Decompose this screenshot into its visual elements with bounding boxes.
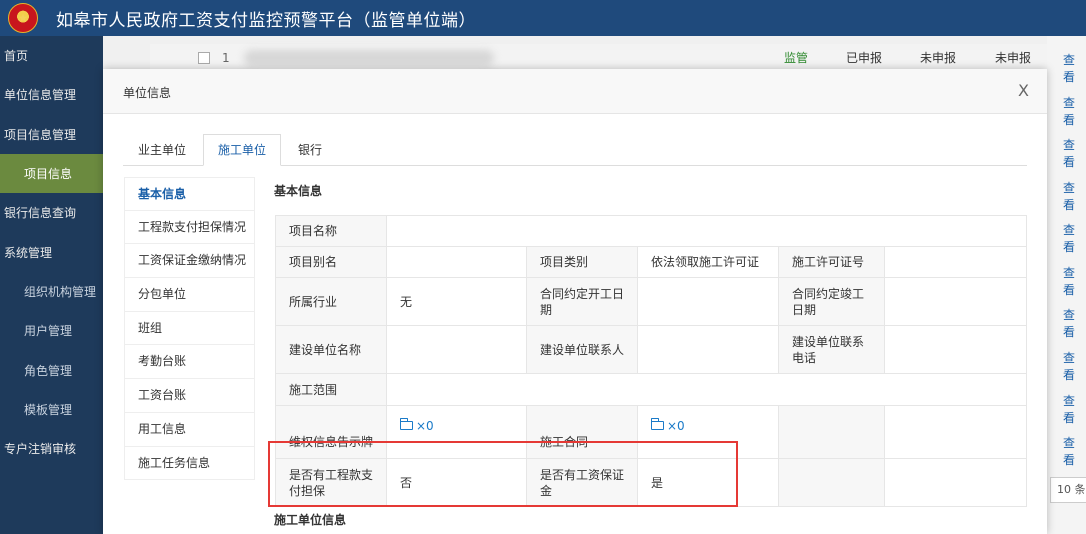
permit-value <box>883 246 1028 278</box>
side-item-task-info[interactable]: 施工任务信息 <box>124 446 255 481</box>
sidebar-item-template-mgmt[interactable]: 模板管理 <box>0 390 103 429</box>
industry-label: 所属行业 <box>275 277 387 326</box>
table-row: 所属行业 无 合同约定开工日期 合同约定竣工日期 <box>275 277 1028 326</box>
close-icon[interactable]: X <box>1018 81 1029 100</box>
sidebar-item-system-mgmt[interactable]: 系统管理 <box>0 232 103 271</box>
empty-cell <box>883 458 1028 507</box>
empty-cell <box>778 458 885 507</box>
tab-construction-unit[interactable]: 施工单位 <box>203 134 282 166</box>
status-undeclared: 未申报 <box>995 51 1032 65</box>
file-count: ×0 <box>416 419 434 433</box>
status-supervised: 监管 <box>784 51 809 65</box>
builder-phone-value <box>883 325 1028 374</box>
side-item-team[interactable]: 班组 <box>124 311 255 346</box>
sidebar-item-project-info[interactable]: 项目信息 <box>0 153 103 194</box>
file-count: ×0 <box>667 419 685 433</box>
category-label: 项目类别 <box>526 246 638 278</box>
section-title-basic: 基本信息 <box>274 184 323 198</box>
sidebar: 首页 单位信息管理 项目信息管理 项目信息 银行信息查询 系统管理 组织机构管理… <box>0 36 103 534</box>
folder-icon <box>650 418 664 430</box>
builder-name-value <box>386 325 527 374</box>
builder-contact-label: 建设单位联系人 <box>526 325 638 374</box>
view-link[interactable]: 查看 <box>1063 94 1086 128</box>
builder-phone-label: 建设单位联系电话 <box>778 325 885 374</box>
top-header: ★ 如皋市人民政府工资支付监控预警平台（监管单位端） <box>0 0 1086 36</box>
national-emblem-icon: ★ <box>8 3 38 33</box>
highlight-annotation <box>268 441 738 507</box>
side-item-wage-ledger[interactable]: 工资台账 <box>124 379 255 413</box>
side-item-subcontractor[interactable]: 分包单位 <box>124 278 255 312</box>
builder-contact-value <box>637 325 779 374</box>
scope-value <box>385 373 1028 406</box>
sidebar-item-role-mgmt[interactable]: 角色管理 <box>0 350 103 389</box>
industry-value: 无 <box>386 277 527 326</box>
status-undeclared: 未申报 <box>920 51 957 65</box>
side-item-wage-deposit[interactable]: 工资保证金缴纳情况 <box>124 244 255 279</box>
blurred-project-name <box>243 49 494 66</box>
section-title-unit: 施工单位信息 <box>274 513 347 527</box>
view-link[interactable]: 查看 <box>1063 264 1086 298</box>
table-row: 项目别名 项目类别 依法领取施工许可证 施工许可证号 <box>275 246 1028 278</box>
end-date-label: 合同约定竣工日期 <box>778 277 885 326</box>
alias-label: 项目别名 <box>275 246 387 278</box>
sidebar-item-home[interactable]: 首页 <box>0 36 103 75</box>
sidebar-item-user-mgmt[interactable]: 用户管理 <box>0 311 103 350</box>
project-name-label: 项目名称 <box>275 215 387 247</box>
alias-value <box>386 246 527 278</box>
side-item-attendance[interactable]: 考勤台账 <box>124 345 255 380</box>
end-date-value <box>883 277 1028 326</box>
empty-cell <box>778 405 885 459</box>
view-link[interactable]: 查看 <box>1063 179 1086 213</box>
row-checkbox[interactable] <box>198 51 210 64</box>
view-link[interactable]: 查看 <box>1063 434 1086 468</box>
table-row: 1 监管 已申报 未申报 未申报 <box>150 44 1086 72</box>
view-link[interactable]: 查看 <box>1063 349 1086 383</box>
builder-name-label: 建设单位名称 <box>275 325 387 374</box>
table-row: 项目名称 <box>275 215 1028 247</box>
scope-label: 施工范围 <box>275 373 387 406</box>
page-size-select[interactable]: 10 条 <box>1050 477 1086 503</box>
view-link[interactable]: 查看 <box>1063 392 1086 426</box>
empty-cell <box>883 405 1028 459</box>
start-date-label: 合同约定开工日期 <box>526 277 638 326</box>
sidebar-item-org-mgmt[interactable]: 组织机构管理 <box>0 272 103 311</box>
platform-title: 如皋市人民政府工资支付监控预警平台（监管单位端） <box>56 10 476 31</box>
folder-icon <box>399 418 413 430</box>
table-row: 施工范围 <box>275 373 1028 406</box>
sidebar-item-project-mgmt[interactable]: 项目信息管理 <box>0 115 103 154</box>
side-item-employment[interactable]: 用工信息 <box>124 412 255 447</box>
modal-title: 单位信息 <box>123 86 172 100</box>
modal-header: 单位信息 X <box>103 69 1047 114</box>
view-link[interactable]: 查看 <box>1063 136 1086 170</box>
view-link[interactable]: 查看 <box>1063 51 1086 85</box>
start-date-value <box>637 277 779 326</box>
sidebar-item-bank-query[interactable]: 银行信息查询 <box>0 193 103 232</box>
category-value: 依法领取施工许可证 <box>637 246 779 278</box>
project-name-value <box>385 215 1028 247</box>
sidebar-item-unit-info[interactable]: 单位信息管理 <box>0 75 103 114</box>
side-item-payment-guarantee[interactable]: 工程款支付担保情况 <box>124 210 255 245</box>
status-declared: 已申报 <box>846 51 883 65</box>
table-row: 建设单位名称 建设单位联系人 建设单位联系电话 <box>275 325 1028 374</box>
side-item-basic-info[interactable]: 基本信息 <box>124 177 255 211</box>
row-index: 1 <box>222 50 230 65</box>
detail-side-menu: 基本信息 工程款支付担保情况 工资保证金缴纳情况 分包单位 班组 考勤台账 工资… <box>124 177 255 481</box>
sidebar-item-account-cancel[interactable]: 专户注销审核 <box>0 429 103 468</box>
permit-label: 施工许可证号 <box>778 246 885 278</box>
unit-tabs: 业主单位 施工单位 银行 <box>123 134 1027 166</box>
tab-owner-unit[interactable]: 业主单位 <box>123 134 201 166</box>
view-link[interactable]: 查看 <box>1063 306 1086 340</box>
view-link[interactable]: 查看 <box>1063 221 1086 255</box>
tab-bank[interactable]: 银行 <box>283 134 337 166</box>
